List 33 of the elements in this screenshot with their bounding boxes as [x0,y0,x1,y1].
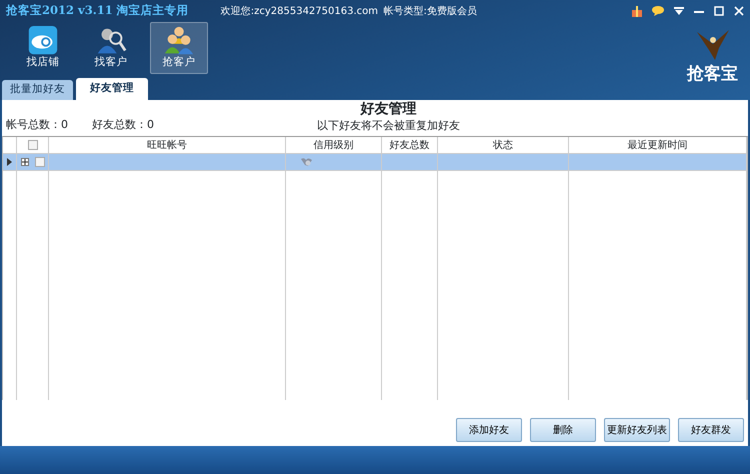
tab[interactable]: 好友管理 [76,78,148,100]
toolbar-button[interactable]: 找店铺 [14,22,72,74]
account-type: 帐号类型:免费版会员 [384,4,477,18]
select-all-checkbox[interactable] [28,140,38,150]
minimize-icon[interactable] [694,10,704,12]
column-header: 好友总数 [390,138,430,152]
action-button[interactable]: 好友群发 [678,418,744,442]
credit-icon [300,157,313,167]
close-icon[interactable] [734,6,744,16]
action-button[interactable]: 更新好友列表 [604,418,670,442]
friend-count: 好友总数：0 [92,116,154,132]
column-header: 信用级别 [314,138,354,152]
page-subheading: 以下好友将不会被重复加好友 [317,118,460,134]
action-button[interactable]: 添加好友 [456,418,522,442]
logo-text: 抢客宝 [687,63,738,86]
page-heading: 好友管理 [360,102,416,118]
maximize-icon[interactable] [714,6,724,16]
account-count: 帐号总数：0 [6,116,68,132]
toolbar-button[interactable]: 抢客户 [150,22,208,74]
chat-icon[interactable] [652,6,664,16]
welcome-text: 欢迎您:zcy2855342750163.com [220,4,378,18]
expand-toggle[interactable] [20,158,28,166]
column-header: 状态 [493,138,513,152]
action-button[interactable]: 删除 [530,418,596,442]
tab[interactable]: 批量加好友 [2,80,73,100]
window-title: 抢客宝2012 v3.11 淘宝店主专用 [6,2,189,20]
column-header: 旺旺帐号 [147,138,187,152]
gift-icon[interactable] [632,6,642,16]
row-checkbox[interactable] [34,157,44,167]
toolbar-button[interactable]: 找客户 [82,22,140,74]
dropdown-icon[interactable] [674,7,684,15]
people-icon [163,25,195,56]
column-header: 最近更新时间 [628,138,688,152]
